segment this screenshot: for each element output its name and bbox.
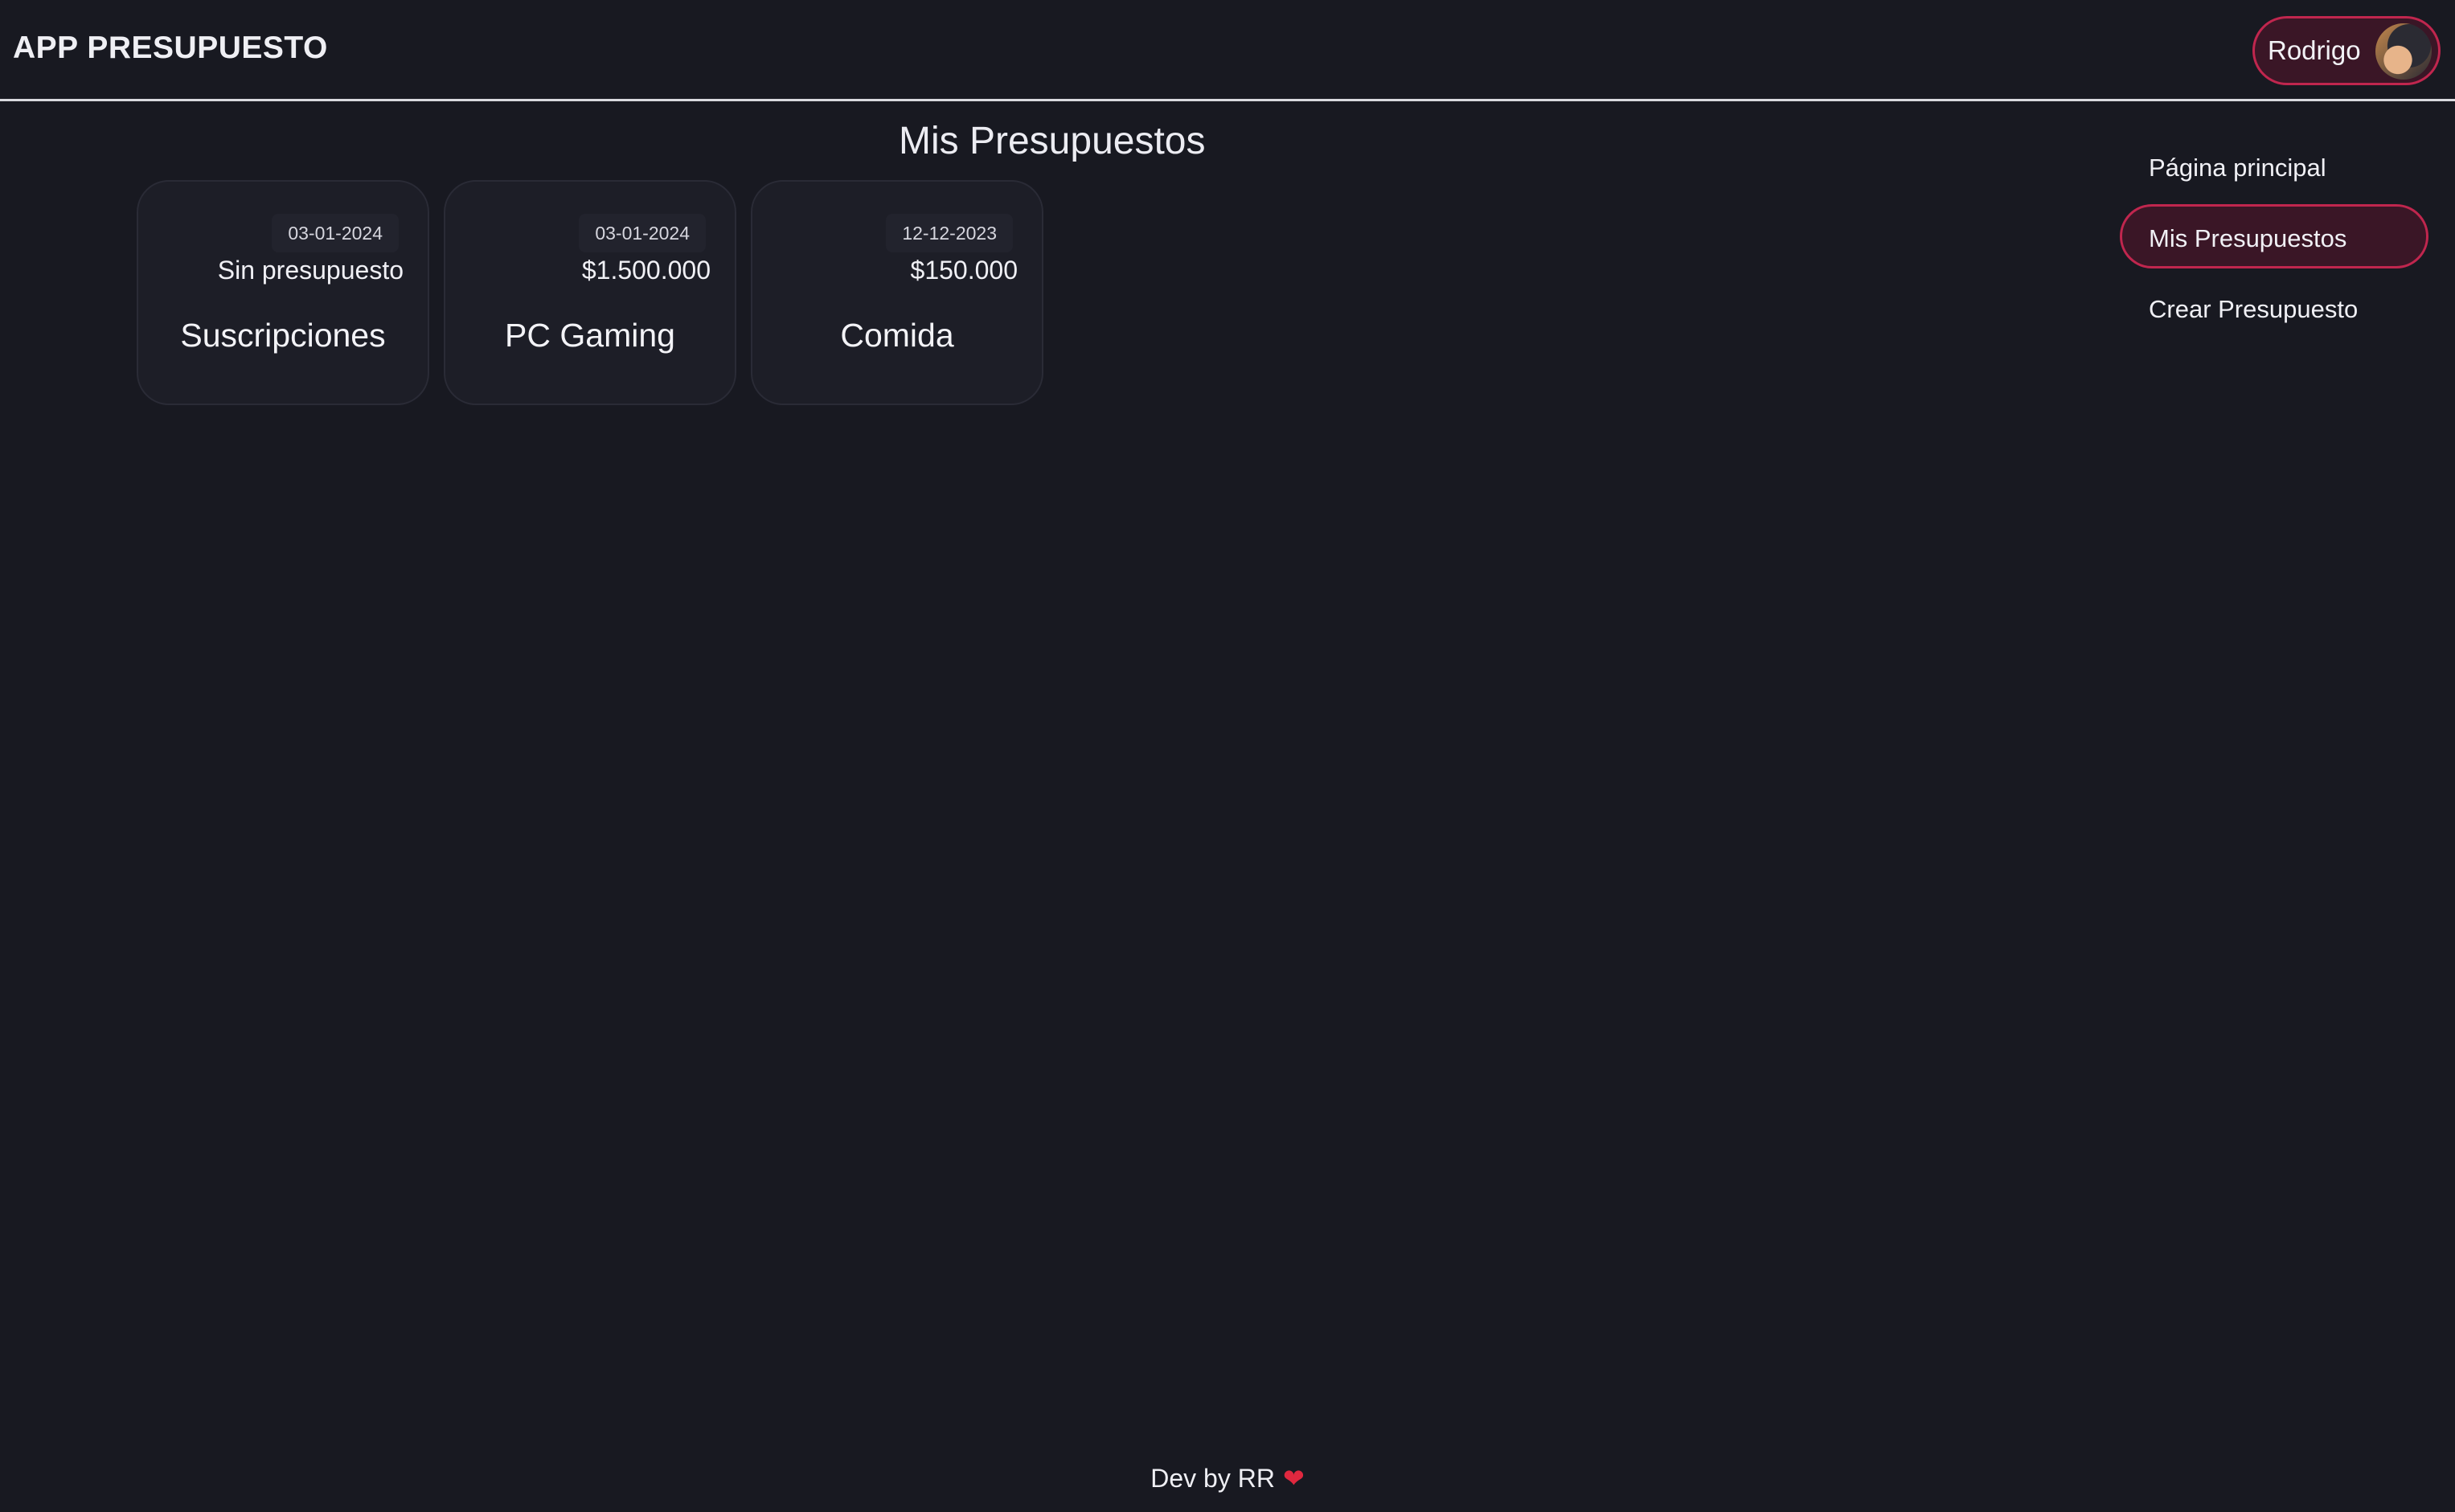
avatar xyxy=(2375,23,2432,80)
nav-item-my-budgets[interactable]: Mis Presupuestos xyxy=(2120,204,2428,268)
budget-card[interactable]: 12-12-2023 $150.000 Comida xyxy=(751,180,1043,405)
budget-card-name: Comida xyxy=(840,317,954,354)
budget-card-date: 03-01-2024 xyxy=(272,214,399,252)
budget-card[interactable]: 03-01-2024 Sin presupuesto Suscripciones xyxy=(137,180,429,405)
nav-item-create-budget[interactable]: Crear Presupuesto xyxy=(2120,275,2428,339)
footer-text: Dev by RR xyxy=(1150,1464,1275,1493)
app-title[interactable]: APP PRESUPUESTO xyxy=(13,31,328,66)
heart-icon: ❤ xyxy=(1282,1464,1305,1493)
budget-card-amount: Sin presupuesto xyxy=(217,256,404,285)
budget-card-name: Suscripciones xyxy=(180,317,386,354)
budget-card-date: 03-01-2024 xyxy=(579,214,706,252)
budget-card-amount: $1.500.000 xyxy=(581,256,711,285)
top-navbar: APP PRESUPUESTO Rodrigo xyxy=(0,0,2455,101)
nav-item-home[interactable]: Página principal xyxy=(2120,133,2428,198)
budget-card-amount: $150.000 xyxy=(910,256,1018,285)
side-navigation: Página principal Mis Presupuestos Crear … xyxy=(2120,133,2428,346)
page-title: Mis Presupuestos xyxy=(899,120,1206,162)
budget-card-date: 12-12-2023 xyxy=(886,214,1013,252)
footer: Dev by RR ❤ xyxy=(0,1463,2455,1494)
user-menu-button[interactable]: Rodrigo xyxy=(2252,16,2441,85)
budget-card-name: PC Gaming xyxy=(505,317,675,354)
budget-card[interactable]: 03-01-2024 $1.500.000 PC Gaming xyxy=(444,180,736,405)
user-name: Rodrigo xyxy=(2268,35,2361,65)
budget-card-list: 03-01-2024 Sin presupuesto Suscripciones… xyxy=(137,180,1043,405)
